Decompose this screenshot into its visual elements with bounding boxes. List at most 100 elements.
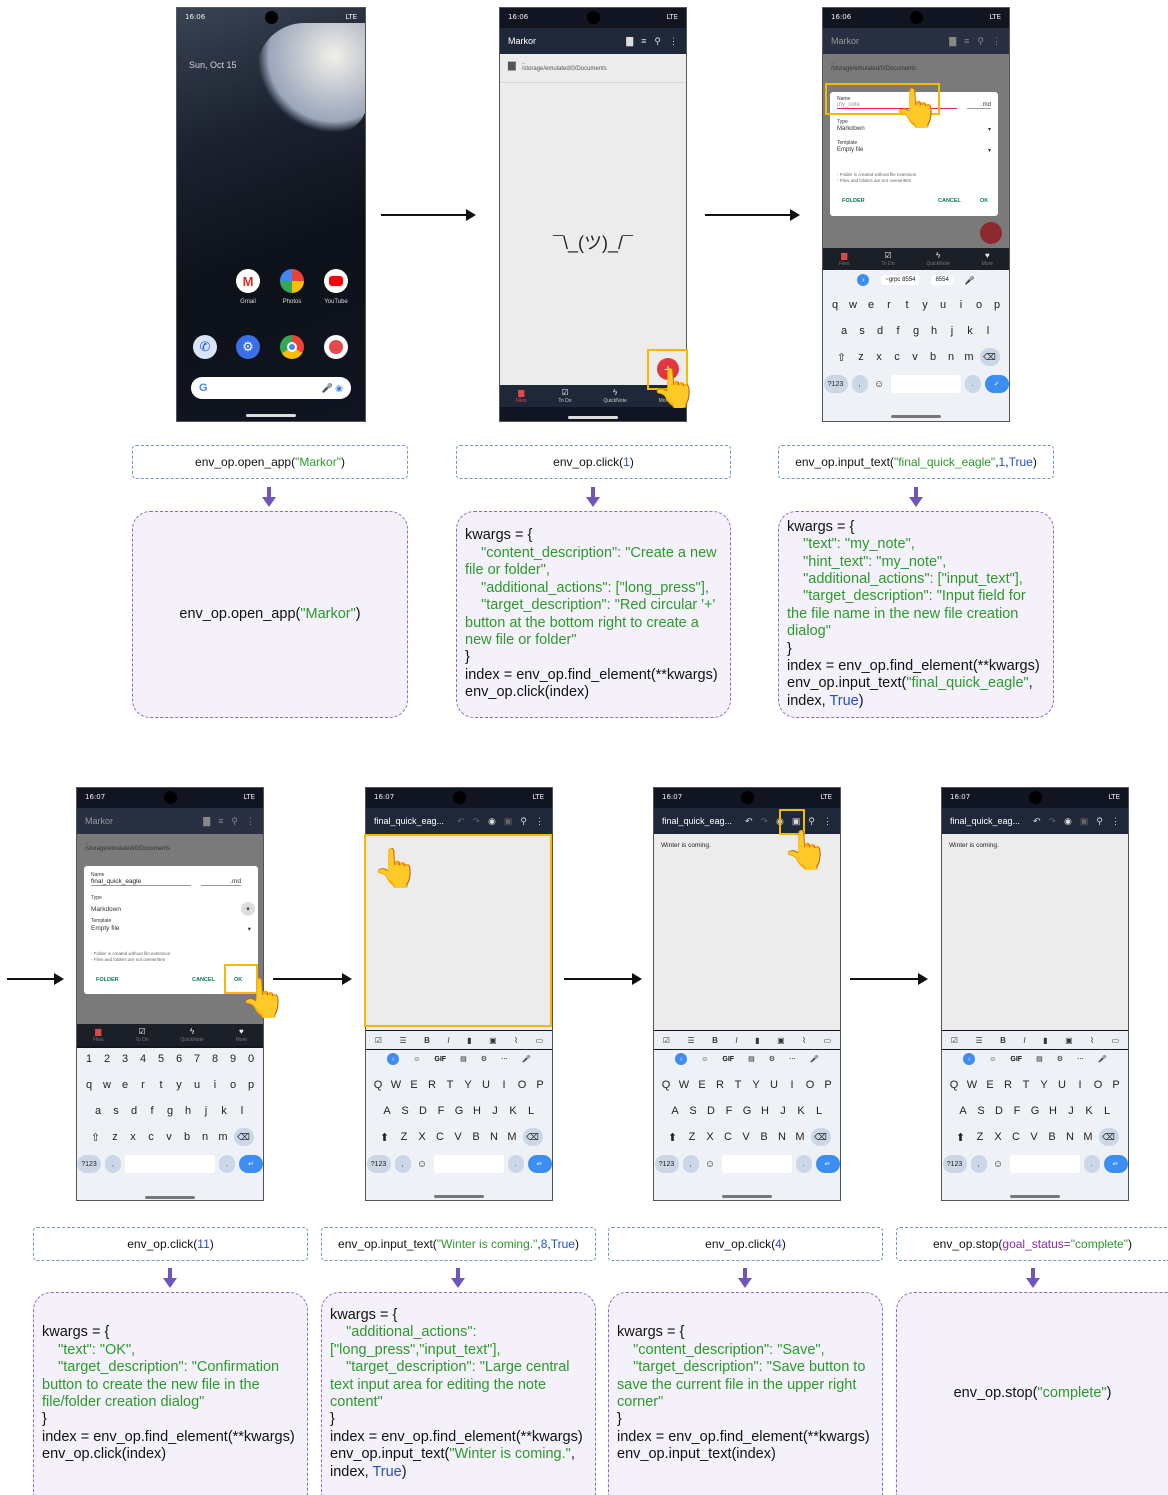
key-c[interactable]: c bbox=[144, 1128, 159, 1146]
gmail-app-icon[interactable]: M bbox=[236, 269, 260, 293]
shift-key[interactable]: ⇧ bbox=[833, 348, 851, 366]
key-g[interactable]: G bbox=[452, 1102, 467, 1120]
key-i[interactable]: i bbox=[208, 1076, 223, 1094]
key-g[interactable]: G bbox=[740, 1102, 755, 1120]
key-r[interactable]: R bbox=[425, 1076, 440, 1094]
key-i[interactable]: I bbox=[1073, 1076, 1088, 1094]
more-icon[interactable]: ⋯ bbox=[789, 1055, 796, 1063]
key-i[interactable]: i bbox=[954, 296, 969, 314]
key-s[interactable]: S bbox=[398, 1102, 413, 1120]
search-icon[interactable]: ⚲ bbox=[654, 36, 661, 47]
folder-icon[interactable]: ▇ bbox=[626, 36, 633, 47]
key-v[interactable]: v bbox=[908, 348, 923, 366]
phone-app-icon[interactable]: ✆ bbox=[193, 335, 217, 359]
key-e[interactable]: E bbox=[695, 1076, 710, 1094]
key-b[interactable]: B bbox=[757, 1128, 772, 1146]
italic-icon[interactable]: I bbox=[447, 1036, 449, 1045]
template-dropdown[interactable]: Empty file ▾ bbox=[91, 925, 251, 933]
key-d[interactable]: D bbox=[704, 1102, 719, 1120]
key-z[interactable]: Z bbox=[685, 1128, 700, 1146]
enter-key[interactable]: ↵ bbox=[815, 1155, 840, 1173]
key-j[interactable]: J bbox=[776, 1102, 791, 1120]
list-icon[interactable]: ☰ bbox=[975, 1036, 982, 1045]
key-s[interactable]: S bbox=[974, 1102, 989, 1120]
key-o[interactable]: o bbox=[226, 1076, 241, 1094]
more-icon[interactable]: ⋮ bbox=[535, 816, 544, 827]
key-y[interactable]: Y bbox=[749, 1076, 764, 1094]
search-icon[interactable]: ⚲ bbox=[1096, 816, 1103, 827]
shift-key[interactable]: ⬆ bbox=[664, 1128, 682, 1146]
key-u[interactable]: u bbox=[190, 1076, 205, 1094]
comma-key[interactable]: , bbox=[970, 1155, 987, 1173]
back-icon[interactable]: ‹ bbox=[387, 1053, 400, 1065]
settings-icon[interactable]: ⚙ bbox=[481, 1055, 487, 1063]
key-n[interactable]: N bbox=[487, 1128, 502, 1146]
key-u[interactable]: u bbox=[936, 296, 951, 314]
key-t[interactable]: T bbox=[731, 1076, 746, 1094]
suggestion-chip[interactable]: ~grpc 8554 bbox=[881, 275, 920, 285]
key-b[interactable]: B bbox=[1045, 1128, 1060, 1146]
key-1[interactable]: 1 bbox=[82, 1050, 97, 1068]
key-t[interactable]: T bbox=[443, 1076, 458, 1094]
more-icon[interactable]: ⋮ bbox=[669, 36, 678, 47]
key-n[interactable]: n bbox=[198, 1128, 213, 1146]
settings-icon[interactable]: ⚙ bbox=[769, 1055, 775, 1063]
key-s[interactable]: s bbox=[109, 1102, 124, 1120]
mic-icon[interactable]: 🎤 bbox=[965, 276, 975, 285]
parent-folder-row[interactable]: ▆ ../storage/emulated/0/Documents bbox=[508, 60, 607, 72]
key-w[interactable]: W bbox=[965, 1076, 980, 1094]
key-5[interactable]: 5 bbox=[154, 1050, 169, 1068]
key-g[interactable]: G bbox=[1028, 1102, 1043, 1120]
symbols-key[interactable]: ?123 bbox=[654, 1155, 679, 1173]
gif-button[interactable]: GIF bbox=[722, 1056, 734, 1063]
key-p[interactable]: P bbox=[821, 1076, 836, 1094]
cancel-button[interactable]: CANCEL bbox=[192, 977, 215, 983]
key-h[interactable]: h bbox=[927, 322, 942, 340]
backspace-key[interactable]: ⌫ bbox=[1098, 1128, 1119, 1146]
key-b[interactable]: B bbox=[469, 1128, 484, 1146]
key-h[interactable]: h bbox=[181, 1102, 196, 1120]
search-icon[interactable]: ⚲ bbox=[808, 816, 815, 827]
key-q[interactable]: Q bbox=[659, 1076, 674, 1094]
key-h[interactable]: H bbox=[1046, 1102, 1061, 1120]
key-a[interactable]: A bbox=[668, 1102, 683, 1120]
key-0[interactable]: 0 bbox=[244, 1050, 259, 1068]
key-p[interactable]: P bbox=[533, 1076, 548, 1094]
key-c[interactable]: C bbox=[1009, 1128, 1024, 1146]
key-u[interactable]: U bbox=[767, 1076, 782, 1094]
back-icon[interactable]: ‹ bbox=[675, 1053, 688, 1065]
key-m[interactable]: M bbox=[793, 1128, 808, 1146]
backspace-key[interactable]: ⌫ bbox=[979, 348, 1000, 366]
key-z[interactable]: z bbox=[854, 348, 869, 366]
settings-app-icon[interactable]: ⚙ bbox=[236, 335, 260, 359]
clipboard-icon[interactable]: ▤ bbox=[460, 1055, 467, 1063]
checkbox-icon[interactable]: ☑ bbox=[663, 1036, 670, 1045]
key-z[interactable]: Z bbox=[973, 1128, 988, 1146]
undo-icon[interactable]: ↶ bbox=[457, 816, 465, 827]
key-8[interactable]: 8 bbox=[208, 1050, 223, 1068]
key-7[interactable]: 7 bbox=[190, 1050, 205, 1068]
space-key[interactable] bbox=[890, 375, 961, 393]
key-r[interactable]: R bbox=[1001, 1076, 1016, 1094]
key-s[interactable]: s bbox=[855, 322, 870, 340]
key-n[interactable]: n bbox=[944, 348, 959, 366]
home-gesture-bar[interactable] bbox=[722, 1195, 772, 1198]
home-gesture-bar[interactable] bbox=[568, 416, 618, 419]
undo-icon[interactable]: ↶ bbox=[1033, 816, 1041, 827]
symbols-key[interactable]: ?123 bbox=[77, 1155, 101, 1173]
home-gesture-bar[interactable] bbox=[1010, 1195, 1060, 1198]
key-b[interactable]: b bbox=[180, 1128, 195, 1146]
folder-button[interactable]: FOLDER bbox=[842, 198, 865, 204]
type-dropdown[interactable]: Markdown ▾ bbox=[91, 902, 255, 916]
home-gesture-bar[interactable] bbox=[434, 1195, 484, 1198]
mic-and-lens-icons[interactable]: 🎤 ◉ bbox=[321, 383, 343, 394]
sticker-icon[interactable]: ☺ bbox=[989, 1056, 996, 1063]
space-key[interactable] bbox=[125, 1155, 215, 1173]
key-o[interactable]: o bbox=[972, 296, 987, 314]
key-d[interactable]: d bbox=[127, 1102, 142, 1120]
delete-icon[interactable]: ▮ bbox=[1043, 1036, 1047, 1045]
view-icon[interactable]: ◉ bbox=[1064, 816, 1072, 827]
backspace-key[interactable]: ⌫ bbox=[810, 1128, 831, 1146]
key-q[interactable]: Q bbox=[371, 1076, 386, 1094]
key-v[interactable]: V bbox=[451, 1128, 466, 1146]
